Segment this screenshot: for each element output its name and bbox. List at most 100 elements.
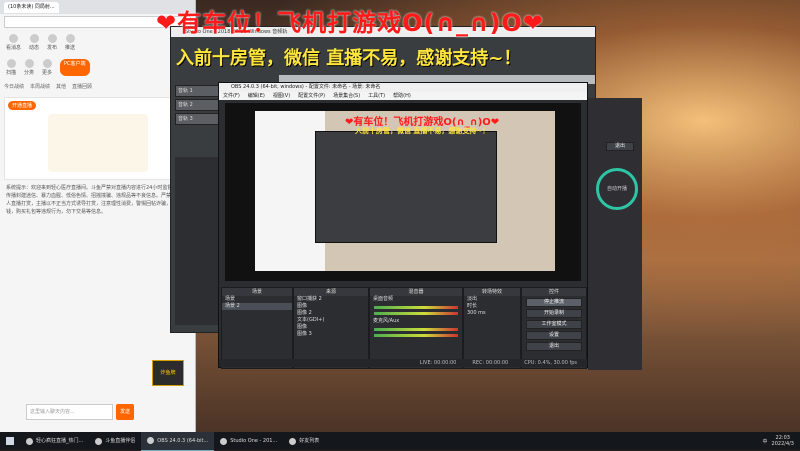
mixer-channel-label: 麦克风/Aux bbox=[373, 318, 400, 324]
nav-item[interactable]: 分类 bbox=[24, 59, 34, 76]
source-item[interactable]: 图像 bbox=[294, 324, 368, 331]
companion-panel: 自动开播 退出 bbox=[588, 98, 642, 370]
taskbar-item[interactable]: 好友列表 bbox=[283, 432, 325, 450]
windows-start-icon[interactable] bbox=[6, 437, 14, 445]
nested-overlay-subtitle: 入前十房管，微信 直播不易，感谢支持~！ bbox=[355, 127, 490, 135]
nav-item[interactable]: 看消息 bbox=[6, 34, 21, 51]
nav-item[interactable]: 扫描 bbox=[6, 59, 16, 76]
dock-title: 混音器 bbox=[370, 288, 462, 296]
source-item[interactable]: 文本(GDI+) bbox=[294, 317, 368, 324]
nav-item[interactable]: 动态 bbox=[29, 34, 39, 51]
transition-select[interactable]: 淡出 bbox=[464, 296, 520, 303]
app-icon bbox=[95, 437, 103, 445]
volume-meter[interactable] bbox=[374, 312, 458, 315]
start-recording-button[interactable]: 开始录制 bbox=[526, 309, 582, 318]
taskbar-item[interactable]: OBS 24.0.3 (64-bit... bbox=[141, 431, 215, 451]
scene-item[interactable]: 场景 2 bbox=[222, 303, 292, 310]
clock-date: 2022/4/3 bbox=[771, 441, 794, 447]
studio-mode-button[interactable]: 工作室模式 bbox=[526, 320, 582, 329]
system-tray: 中 22:03 2022/4/3 bbox=[763, 435, 800, 447]
tab-other[interactable]: 其他 bbox=[56, 83, 66, 90]
studio-mixer[interactable] bbox=[175, 157, 219, 325]
scene-item[interactable]: 场景 bbox=[222, 296, 292, 303]
track-header[interactable]: 音轨 2 bbox=[175, 99, 219, 111]
obs-statusbar: LIVE: 00:00:00 REC: 00:00:00 CPU: 0.4%, … bbox=[219, 359, 587, 367]
volume-meter[interactable] bbox=[374, 328, 458, 331]
menu-help[interactable]: 帮助(H) bbox=[393, 92, 411, 100]
exit-button[interactable]: 退出 bbox=[526, 342, 582, 351]
taskbar: 轻心疯狂直播_热门... 斗鱼直播伴侣 OBS 24.0.3 (64-bit..… bbox=[0, 431, 800, 451]
live-time: LIVE: 00:00:00 bbox=[419, 360, 457, 366]
browser-tab[interactable]: (10条未读) 同局射... bbox=[4, 1, 59, 13]
taskbar-item[interactable]: 轻心疯狂直播_热门... bbox=[20, 432, 89, 450]
friends-icon bbox=[289, 437, 297, 445]
scan-icon bbox=[6, 59, 16, 68]
message-icon bbox=[9, 34, 18, 43]
obs-icon bbox=[147, 437, 155, 444]
mixer-dock: 混音器 桌面音频 麦克风/Aux bbox=[369, 287, 463, 369]
more-icon bbox=[42, 59, 52, 68]
category-icon bbox=[24, 59, 34, 68]
menu-edit[interactable]: 编辑(E) bbox=[248, 92, 265, 100]
stop-streaming-button[interactable]: 停止推流 bbox=[526, 298, 582, 307]
system-notice: 系统提示：欢迎来到轻心医疗直播间。斗鱼严禁对直播内容进行24小时监督，禁止传播封… bbox=[6, 185, 188, 215]
menu-view[interactable]: 视图(V) bbox=[273, 92, 290, 100]
nested-capture: ❤有车位！飞机打游戏O(∩_∩)O❤ 入前十房管，微信 直播不易，感谢支持~！ bbox=[255, 111, 555, 271]
dock-title: 来源 bbox=[294, 288, 368, 296]
taskbar-item[interactable]: 斗鱼直播伴侣 bbox=[89, 432, 141, 450]
scenes-dock: 场景 场景 场景 2 +−∧∨ bbox=[221, 287, 293, 369]
taskbar-item[interactable]: Studio One - 201... bbox=[214, 432, 283, 450]
tab-today[interactable]: 今日战绩 bbox=[4, 83, 24, 90]
dock-title: 场景 bbox=[222, 288, 292, 296]
live-panel: 开通直播 bbox=[4, 97, 191, 180]
overlay-subtitle: 入前十房管，微信 直播不易，感谢支持~！ bbox=[176, 48, 522, 69]
overlay-title: ❤有车位！飞机打游戏O(∩_∩)O❤ bbox=[156, 9, 544, 37]
nested-obs bbox=[315, 131, 497, 243]
browser-nav-2: 扫描 分类 更多 PC客户端 bbox=[0, 55, 195, 80]
feed-icon bbox=[29, 34, 39, 43]
clock[interactable]: 22:03 2022/4/3 bbox=[772, 435, 794, 447]
chat-input[interactable]: 这里输入聊天内容... bbox=[26, 404, 113, 420]
mixer-channel-label: 桌面音频 bbox=[373, 296, 394, 302]
source-item[interactable]: 图像 2 bbox=[294, 310, 368, 317]
publish-icon bbox=[47, 34, 57, 43]
cpu-usage: CPU: 0.4%, 30.00 fps bbox=[524, 360, 577, 366]
volume-meter[interactable] bbox=[374, 306, 458, 309]
auto-live-toggle[interactable]: 自动开播 bbox=[596, 168, 638, 210]
avatar bbox=[65, 34, 75, 43]
menu-file[interactable]: 文件(F) bbox=[223, 92, 240, 100]
exit-live-button[interactable]: 退出 bbox=[606, 142, 634, 151]
pc-client-button[interactable]: PC客户端 bbox=[60, 59, 90, 76]
illustration bbox=[47, 114, 148, 172]
nav-item[interactable]: 推送 bbox=[65, 34, 75, 51]
source-item[interactable]: 窗口捕获 2 bbox=[294, 296, 368, 303]
language-indicator[interactable]: 中 bbox=[763, 438, 768, 445]
settings-button[interactable]: 设置 bbox=[526, 331, 582, 340]
send-button[interactable]: 发送 bbox=[116, 404, 134, 420]
nav-item[interactable]: 发布 bbox=[47, 34, 57, 51]
track-header[interactable]: 音轨 3 bbox=[175, 113, 219, 125]
studio-icon bbox=[220, 437, 228, 445]
browser-icon bbox=[26, 437, 33, 445]
browser-tabs: 今日战绩 本周战绩 其他 直播回顾 bbox=[0, 80, 195, 93]
rec-time: REC: 00:00:00 bbox=[472, 360, 509, 366]
obs-title: OBS 24.0.3 (64-bit, windows) - 配置文件: 未命名… bbox=[219, 83, 587, 92]
duration-field[interactable]: 300 ms bbox=[464, 310, 520, 317]
dock-title: 控件 bbox=[522, 288, 586, 296]
obs-preview[interactable]: ❤有车位！飞机打游戏O(∩_∩)O❤ 入前十房管，微信 直播不易，感谢支持~！ bbox=[225, 103, 581, 281]
menu-profile[interactable]: 配置文件(P) bbox=[298, 92, 325, 100]
obs-window: OBS 24.0.3 (64-bit, windows) - 配置文件: 未命名… bbox=[218, 82, 588, 369]
record-button[interactable]: 开通直播 bbox=[8, 101, 37, 110]
tab-live-review[interactable]: 直播回顾 bbox=[72, 83, 92, 90]
menu-scene-collection[interactable]: 场景集合(S) bbox=[333, 92, 360, 100]
nav-item[interactable]: 更多 bbox=[42, 59, 52, 76]
tab-week[interactable]: 本周战绩 bbox=[30, 83, 50, 90]
game-logo: 炸鱼牌 bbox=[152, 360, 184, 386]
source-item[interactable]: 图像 3 bbox=[294, 331, 368, 338]
volume-meter[interactable] bbox=[374, 334, 458, 337]
source-item[interactable]: 图像 bbox=[294, 303, 368, 310]
duration-label: 时长 bbox=[467, 303, 478, 309]
track-header[interactable]: 音轨 1 bbox=[175, 85, 219, 97]
menu-tools[interactable]: 工具(T) bbox=[368, 92, 385, 100]
dock-title: 转场特效 bbox=[464, 288, 520, 296]
